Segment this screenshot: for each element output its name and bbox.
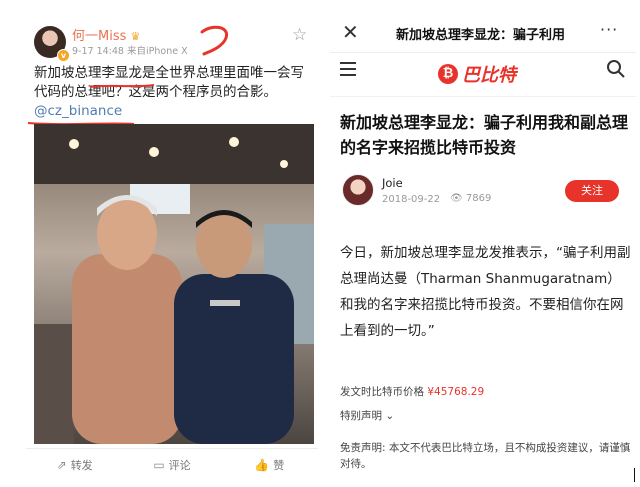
comment-button[interactable]: ▭ 评论 [123, 449, 220, 480]
publish-date: 2018-09-22 [382, 194, 441, 205]
annotation-underline-1 [89, 84, 155, 88]
like-button[interactable]: 👍 赞 [221, 449, 318, 480]
share-icon: ⇗ [56, 458, 67, 472]
post-text: 新加坡总理李显龙是全世界总理里面唯一会写代码的总理吧？这是两个程序员的合影。 @… [34, 64, 316, 121]
brand-logo[interactable]: ₿ 巴比特 [438, 61, 516, 87]
eye-icon: 👁 [450, 193, 463, 204]
special-statement-toggle[interactable]: 特别声明 ⌄ [340, 408, 394, 423]
article-body: 今日，新加坡总理李显龙发推表示，“骗子利用副总理尚达曼（Tharman Shan… [340, 245, 631, 339]
comment-icon: ▭ [153, 458, 165, 472]
article-title: 新加坡总理李显龙：骗子利用我和副总理的名字来招揽比特币投资 [340, 113, 629, 157]
post-photo[interactable] [34, 124, 314, 444]
action-bar: ⇗ 转发 ▭ 评论 👍 赞 [26, 448, 318, 480]
search-icon[interactable] [606, 59, 626, 79]
text-cursor [634, 468, 635, 482]
favorite-star-icon[interactable]: ☆ [292, 25, 307, 45]
brand-name: 巴比特 [462, 65, 516, 86]
view-count: 👁 7869 [450, 193, 492, 204]
article-view: ✕ 新加坡总理李显龙：骗子利用 ··· ₿ 巴比特 新加坡总理李显龙：骗子利用我… [330, 12, 636, 480]
close-icon[interactable]: ✕ [342, 20, 359, 44]
title-bar: ✕ 新加坡总理李显龙：骗子利用 ··· [330, 12, 636, 53]
post-body: 新加坡总理李显龙是全世界总理里面唯一会写代码的总理吧？这是两个程序员的合影。 [34, 65, 304, 100]
author-name[interactable]: Joie [382, 176, 403, 190]
price-line: 发文时比特币价格 ¥45768.29 [340, 386, 485, 398]
chevron-down-icon: ⌄ [385, 410, 395, 422]
weibo-post: v 何一Miss ♛ 9-17 14:48 来自iPhone X ☆ 新加坡总理… [26, 12, 318, 480]
logo-mark-icon: ₿ [438, 64, 458, 84]
menu-icon[interactable] [340, 62, 356, 80]
disclaimer: 免责声明: 本文不代表巴比特立场，且不构成投资建议，请谨慎对待。 [340, 442, 631, 470]
post-time: 9-17 14:48 [72, 46, 124, 57]
more-icon[interactable]: ··· [600, 20, 618, 39]
crown-icon: ♛ [130, 30, 141, 43]
username[interactable]: 何一Miss ♛ [72, 25, 140, 44]
post-meta: 9-17 14:48 来自iPhone X [72, 43, 188, 57]
share-button[interactable]: ⇗ 转发 [26, 449, 123, 480]
page-title: 新加坡总理李显龙：骗子利用 [396, 28, 566, 43]
post-source: 来自iPhone X [127, 46, 188, 57]
verified-badge-icon: v [57, 49, 70, 62]
author-avatar[interactable] [342, 174, 374, 206]
like-icon: 👍 [254, 458, 270, 472]
mention-link[interactable]: @cz_binance [34, 103, 122, 119]
price-value: ¥45768.29 [427, 386, 485, 398]
follow-button[interactable]: 关注 [565, 180, 619, 202]
